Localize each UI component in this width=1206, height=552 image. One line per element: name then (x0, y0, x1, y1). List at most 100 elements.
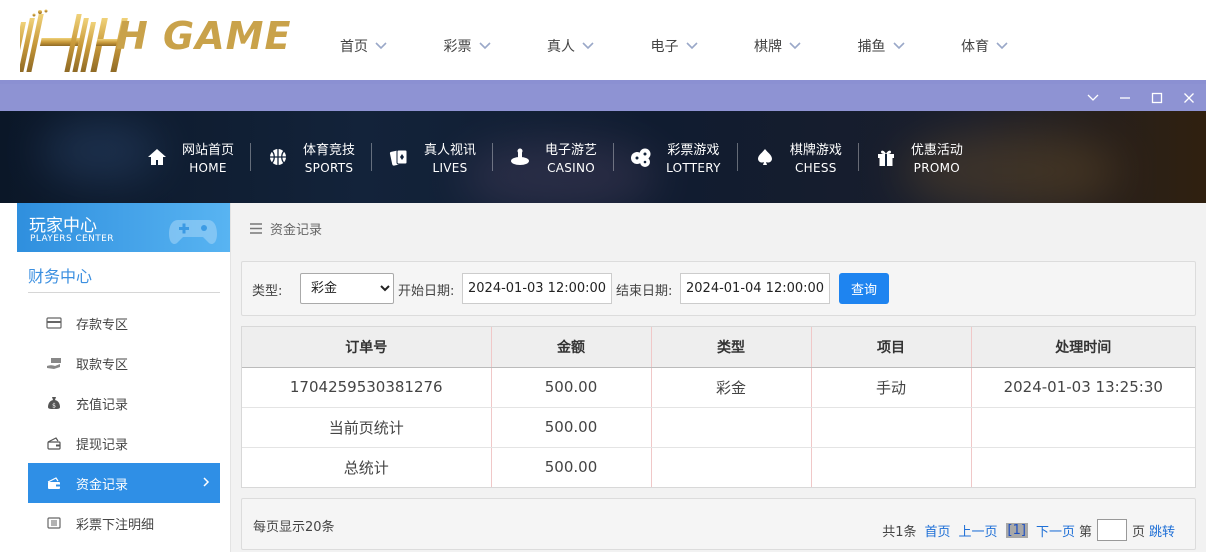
breadcrumb-label: 资金记录 (270, 223, 323, 238)
column-header: 订单号 (242, 327, 492, 368)
nav-item-lottery[interactable]: 彩票 (444, 36, 548, 56)
prev-page-link[interactable]: 上一页 (959, 521, 998, 540)
sidebar-item-lottery-bets[interactable]: 彩票下注明细 (28, 503, 220, 543)
category-label-en: HOME (189, 161, 227, 175)
close-icon (1184, 93, 1194, 103)
category-label: 体育竞技 (303, 143, 356, 158)
category-lottery[interactable]: 彩票游戏 LOTTERY (614, 137, 737, 177)
chevron-down-icon (685, 42, 698, 50)
nav-item-chess[interactable]: 棋牌 (754, 36, 858, 56)
chevron-down-icon (996, 42, 1008, 50)
svg-text:$: $ (52, 403, 56, 410)
category-list: 网站首页 HOME 体育竞技 SPORTS 真人视讯 LIVES 电子游艺 CASINO… (130, 137, 979, 177)
table-cell: 当前页统计 (242, 407, 492, 448)
cards-icon (389, 149, 408, 166)
end-date-input[interactable] (680, 273, 830, 304)
pagination-controls: 共1条 首页 上一页 [1] 下一页 第 页 跳转 (882, 519, 1179, 541)
sidebar-item-fund-records[interactable]: 资金记录 (28, 463, 220, 503)
page-number-input[interactable] (1096, 519, 1127, 541)
nav-item-fishing[interactable]: 捕鱼 (858, 36, 962, 56)
table-cell: 总统计 (242, 447, 492, 487)
category-label-en: LIVES (432, 161, 468, 175)
filter-panel: 类型: 彩金 开始日期: 结束日期: 查询 (241, 261, 1196, 316)
brand-logo-text: H GAME (116, 14, 292, 58)
table-row-page-total: 当前页统计 500.00 (242, 407, 1195, 448)
main-nav: 首页 彩票 真人 电子 棋牌 捕鱼 体育 (340, 36, 1065, 56)
category-casino[interactable]: 电子游艺 CASINO (493, 137, 613, 177)
window-collapse-button[interactable] (1082, 87, 1104, 109)
sidebar-item-label: 提现记录 (76, 437, 129, 453)
spade-icon (757, 149, 772, 165)
table-cell (971, 407, 1195, 448)
list-icon (47, 517, 61, 529)
nav-item-home[interactable]: 首页 (340, 36, 444, 56)
table-cell: 1704259530381276 (242, 367, 492, 408)
goto-prefix: 第 (1078, 524, 1092, 540)
sidebar-item-label: 资金记录 (76, 477, 129, 493)
category-label: 网站首页 (182, 143, 235, 158)
window-controls (1082, 87, 1200, 109)
table-cell: 500.00 (491, 447, 652, 487)
sidebar: 玩家中心 PLAYERS CENTER 财务中心 存款专区 取款专区 $ 充值记… (0, 203, 231, 552)
sidebar-item-recharge-records[interactable]: $ 充值记录 (28, 383, 220, 423)
start-date-input[interactable] (462, 273, 612, 304)
first-page-link[interactable]: 首页 (924, 521, 950, 540)
minimize-icon (1120, 97, 1130, 99)
window-close-button[interactable] (1178, 87, 1200, 109)
nav-item-sports[interactable]: 体育 (961, 36, 1065, 56)
category-label-en: CHESS (794, 161, 837, 175)
records-table-container: 订单号 金额 类型 项目 处理时间 1704259530381276 500.0… (241, 326, 1196, 488)
nav-item-electronic[interactable]: 电子 (651, 36, 755, 56)
chevron-down-icon (1087, 94, 1099, 101)
table-row: 1704259530381276 500.00 彩金 手动 2024-01-03… (242, 367, 1195, 408)
home-icon (148, 149, 166, 165)
table-header-row: 订单号 金额 类型 项目 处理时间 (242, 327, 1195, 368)
pagination-bar: 每页显示20条 共1条 首页 上一页 [1] 下一页 第 页 跳转 (241, 498, 1196, 550)
table-cell (811, 447, 972, 487)
sidebar-item-withdraw-records[interactable]: 提现记录 (28, 423, 220, 463)
column-header: 项目 (811, 327, 972, 368)
jump-link[interactable]: 跳转 (1149, 521, 1175, 540)
next-page-link[interactable]: 下一页 (1036, 521, 1075, 540)
sidebar-item-label: 存款专区 (76, 317, 129, 333)
category-chess[interactable]: 棋牌游戏 CHESS (738, 137, 858, 177)
table-cell (971, 447, 1195, 487)
card-icon (46, 317, 62, 329)
nav-item-live[interactable]: 真人 (547, 36, 651, 56)
table-cell (651, 407, 812, 448)
window-titlebar (0, 84, 1206, 111)
players-center-title: 玩家中心 (29, 216, 97, 236)
sidebar-item-withdraw[interactable]: 取款专区 (28, 343, 220, 383)
goto-suffix: 页 (1131, 524, 1145, 540)
category-label: 电子游艺 (545, 143, 598, 158)
table-cell: 500.00 (491, 407, 652, 448)
query-button[interactable]: 查询 (839, 273, 889, 304)
type-select[interactable]: 彩金 (300, 273, 394, 304)
category-promo[interactable]: 优惠活动 PROMO (859, 137, 979, 177)
category-label-en: LOTTERY (666, 161, 721, 175)
sidebar-item-deposit[interactable]: 存款专区 (28, 303, 220, 343)
table-cell: 手动 (811, 367, 972, 408)
per-page-text: 每页显示20条 (253, 520, 335, 535)
chevron-down-icon (892, 42, 905, 50)
table-cell (651, 447, 812, 487)
category-bar: 网站首页 HOME 体育竞技 SPORTS 真人视讯 LIVES 电子游艺 CASINO… (0, 111, 1206, 203)
category-label: 优惠活动 (910, 143, 963, 158)
wallet-icon (47, 437, 61, 450)
category-sports[interactable]: 体育竞技 SPORTS (251, 137, 371, 177)
menu-icon (250, 223, 262, 234)
window-maximize-button[interactable] (1146, 87, 1168, 109)
category-label: 真人视讯 (424, 143, 477, 158)
breadcrumb: 资金记录 (250, 219, 322, 238)
end-date-label: 结束日期: (616, 284, 673, 299)
table-cell: 彩金 (651, 367, 812, 408)
category-label-en: CASINO (547, 161, 596, 175)
chevron-down-icon (582, 42, 594, 50)
category-home[interactable]: 网站首页 HOME (130, 137, 250, 177)
table-cell (811, 407, 972, 448)
roulette-icon (511, 148, 530, 165)
category-lives[interactable]: 真人视讯 LIVES (372, 137, 492, 177)
window-minimize-button[interactable] (1114, 87, 1136, 109)
gamepad-icon (169, 220, 217, 244)
chevron-right-icon (203, 477, 210, 487)
